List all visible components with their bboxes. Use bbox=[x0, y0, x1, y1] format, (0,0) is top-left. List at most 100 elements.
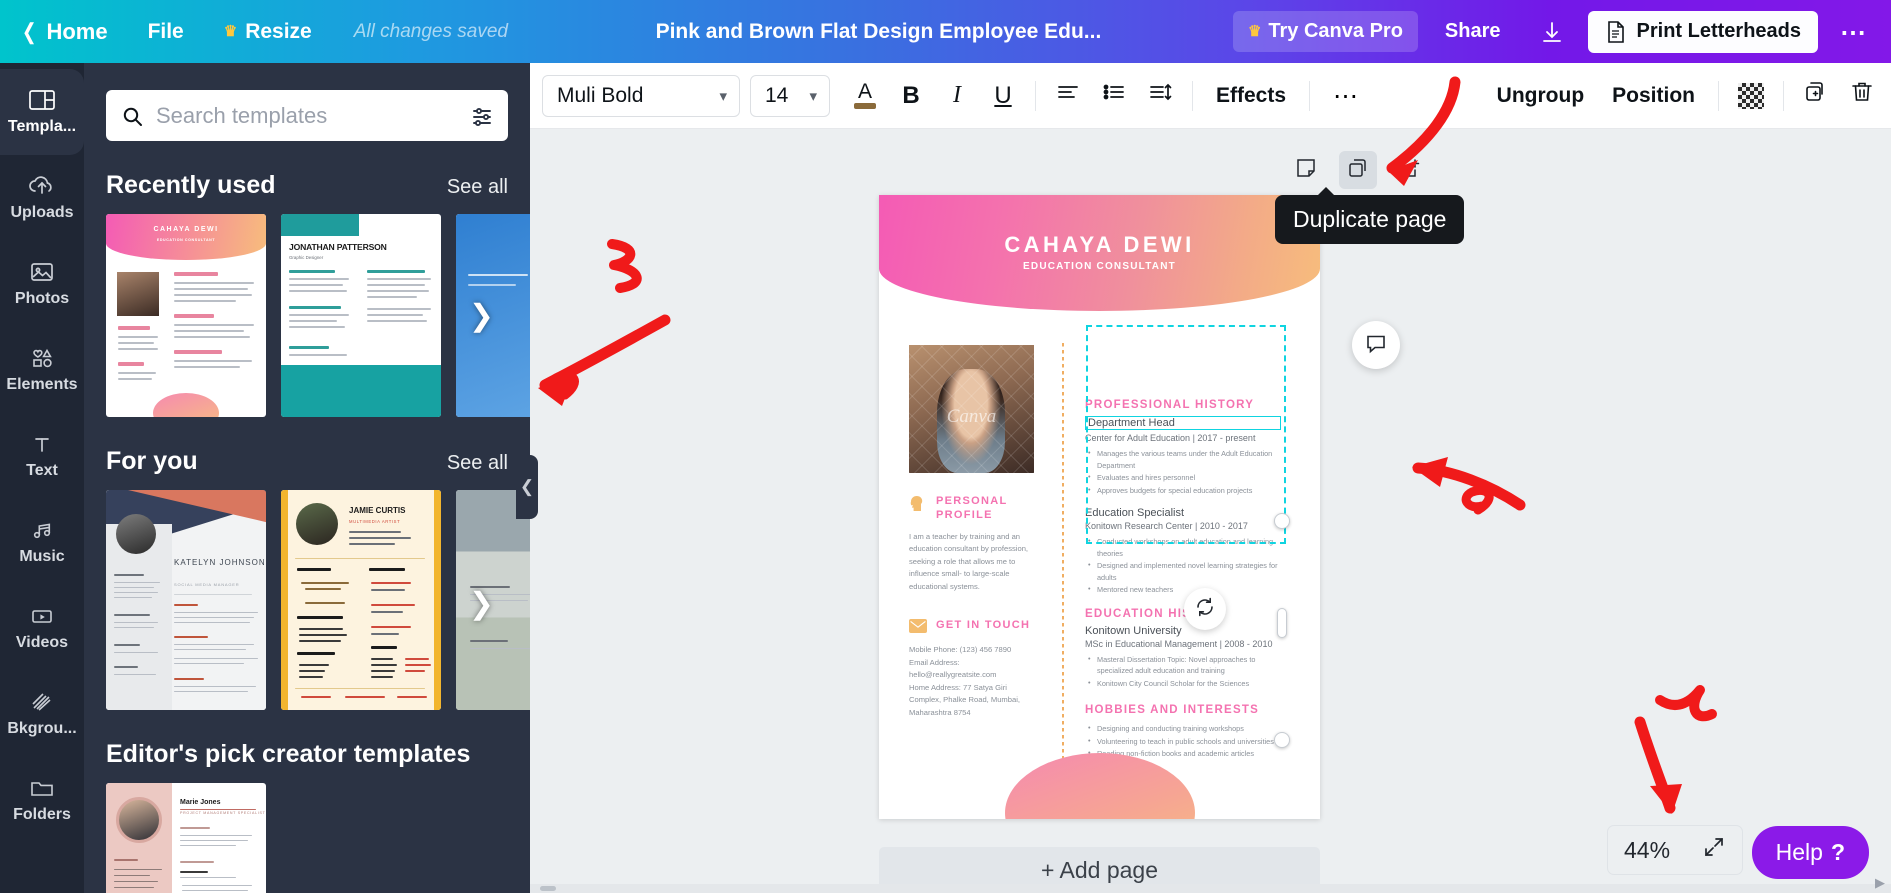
download-button[interactable] bbox=[1528, 11, 1576, 53]
search-bar[interactable] bbox=[106, 90, 508, 141]
position-button[interactable]: Position bbox=[1598, 84, 1709, 108]
zoom-control[interactable]: 44% bbox=[1607, 825, 1743, 875]
scrollbar-thumb[interactable] bbox=[540, 886, 556, 891]
sidebar-item-text[interactable]: Text bbox=[0, 413, 84, 499]
bullet: Konitown City Council Scholar for the Sc… bbox=[1085, 677, 1281, 690]
contact-line: hello@reallygreatsite.com bbox=[909, 670, 997, 680]
design-title[interactable]: Pink and Brown Flat Design Employee Edu.… bbox=[530, 20, 1227, 44]
underline-button[interactable]: U bbox=[980, 73, 1026, 119]
sidebar-item-templates[interactable]: Templa... bbox=[0, 69, 84, 155]
carousel-next-recently-used[interactable]: ❯ bbox=[469, 298, 494, 333]
personal-profile-body: I am a teacher by training and an educat… bbox=[909, 531, 1029, 591]
video-icon bbox=[28, 604, 56, 628]
toolbar-more-button[interactable]: ⋯ bbox=[1319, 81, 1373, 111]
template-thumbnail[interactable]: JONATHAN PATTERSON Graphic Designer bbox=[281, 214, 441, 417]
text-align-button[interactable] bbox=[1045, 73, 1091, 119]
sliders-icon[interactable] bbox=[470, 104, 494, 128]
try-canva-pro-button[interactable]: ♛ Try Canva Pro bbox=[1232, 11, 1418, 52]
rotate-handle-cursor[interactable] bbox=[1184, 588, 1226, 630]
bullet-list-button[interactable] bbox=[1091, 73, 1137, 119]
ungroup-button[interactable]: Ungroup bbox=[1483, 84, 1598, 108]
sidebar-label-videos: Videos bbox=[15, 634, 69, 651]
bullet-list-icon bbox=[1101, 81, 1127, 110]
personal-profile-header: PERSONAL PROFILE bbox=[909, 495, 1046, 523]
sidebar-item-elements[interactable]: Elements bbox=[0, 327, 84, 413]
profile-photo[interactable]: Canva bbox=[909, 345, 1034, 473]
expand-icon[interactable] bbox=[1702, 835, 1726, 865]
file-menu[interactable]: File bbox=[128, 0, 204, 63]
sidebar-item-uploads[interactable]: Uploads bbox=[0, 155, 84, 241]
sidebar-item-background[interactable]: Bkgrou... bbox=[0, 671, 84, 757]
help-button[interactable]: Help ? bbox=[1751, 826, 1869, 879]
duplicate-page-icon bbox=[1347, 157, 1369, 184]
font-size-select[interactable]: 14 ▾ bbox=[750, 74, 830, 117]
job-entry[interactable]: Education Specialist Konitown Research C… bbox=[1085, 507, 1281, 596]
template-thumbnail[interactable]: JAMIE CURTIS MULTIMEDIA ARTIST bbox=[281, 490, 441, 710]
delete-button[interactable] bbox=[1839, 73, 1885, 119]
print-letterheads-button[interactable]: Print Letterheads bbox=[1587, 10, 1818, 53]
background-icon bbox=[28, 690, 56, 714]
canvas-area[interactable]: Duplicate page CAHAYA DEWI EDUCATION CON… bbox=[530, 129, 1891, 893]
font-color-button[interactable]: A bbox=[842, 73, 888, 119]
font-family-select[interactable]: Muli Bold ▾ bbox=[542, 74, 740, 117]
sidebar-label-music: Music bbox=[19, 548, 65, 565]
sidebar-item-folders[interactable]: Folders bbox=[0, 757, 84, 843]
duplicate-page-button[interactable] bbox=[1339, 151, 1377, 189]
home-button[interactable]: ❮ Home bbox=[0, 0, 128, 63]
comment-button[interactable] bbox=[1352, 321, 1400, 369]
line-spacing-button[interactable] bbox=[1137, 73, 1183, 119]
horizontal-scrollbar[interactable] bbox=[530, 884, 1891, 893]
collapse-panel-button[interactable]: ❮ bbox=[516, 455, 538, 519]
resize-button[interactable]: ♛ Resize bbox=[204, 0, 332, 63]
top-bar-right-group: ♛ Try Canva Pro Share Print Letterheads … bbox=[1227, 0, 1891, 63]
crown-icon: ♛ bbox=[1247, 23, 1262, 40]
carousel-next-for-you[interactable]: ❯ bbox=[469, 587, 494, 622]
bullet: Masteral Dissertation Topic: Novel appro… bbox=[1085, 653, 1281, 677]
current-color-swatch bbox=[854, 102, 876, 109]
scroll-caret-icon[interactable]: ▶ bbox=[1875, 875, 1885, 891]
template-thumbnail[interactable]: Marie Jones PROJECT MANAGEMENT SPECIALIS… bbox=[106, 783, 266, 893]
text-toolbar: Muli Bold ▾ 14 ▾ A B I U Effects ⋯ Ungro… bbox=[530, 63, 1891, 129]
see-all-link-for-you[interactable]: See all bbox=[447, 452, 508, 475]
add-page-icon bbox=[1399, 157, 1421, 184]
contact-line: Email Address: bbox=[909, 657, 960, 667]
search-icon bbox=[120, 104, 144, 128]
add-page-button[interactable] bbox=[1391, 151, 1429, 189]
template-preview: Marie Jones PROJECT MANAGEMENT SPECIALIS… bbox=[106, 783, 266, 893]
template-preview: CAHAYA DEWI EDUCATION CONSULTANT bbox=[106, 214, 266, 417]
education-history-block[interactable]: EDUCATION HISTORY Konitown University MS… bbox=[1085, 608, 1281, 690]
template-thumbnail[interactable]: CAHAYA DEWI EDUCATION CONSULTANT bbox=[106, 214, 266, 417]
page-footer-shape bbox=[1004, 753, 1195, 819]
share-button[interactable]: Share bbox=[1430, 11, 1516, 52]
design-page[interactable]: CAHAYA DEWI EDUCATION CONSULTANT Canva P… bbox=[879, 195, 1320, 819]
folder-icon bbox=[28, 776, 56, 800]
more-options-button[interactable]: ⋯ bbox=[1824, 19, 1883, 45]
zoom-value: 44% bbox=[1623, 836, 1671, 863]
effects-button[interactable]: Effects bbox=[1202, 84, 1300, 108]
bold-button[interactable]: B bbox=[888, 73, 934, 119]
sidebar-item-photos[interactable]: Photos bbox=[0, 241, 84, 327]
thumb-name: JONATHAN PATTERSON bbox=[289, 242, 387, 252]
top-bar: ❮ Home File ♛ Resize All changes saved P… bbox=[0, 0, 1891, 63]
see-all-link-recently-used[interactable]: See all bbox=[447, 176, 508, 199]
left-column: PERSONAL PROFILE I am a teacher by train… bbox=[909, 495, 1046, 719]
music-note-icon bbox=[28, 518, 56, 542]
duplicate-button[interactable] bbox=[1793, 73, 1839, 119]
job-bullets: Conducted workshops on adult education a… bbox=[1085, 535, 1281, 596]
job-bullets: Manages the various teams under the Adul… bbox=[1085, 447, 1281, 496]
sidebar-item-videos[interactable]: Videos bbox=[0, 585, 84, 671]
resize-label: Resize bbox=[245, 19, 312, 43]
right-column: PROFESSIONAL HISTORY Department Head Cen… bbox=[1085, 399, 1281, 761]
sidebar-item-music[interactable]: Music bbox=[0, 499, 84, 585]
search-input[interactable] bbox=[156, 102, 458, 129]
notes-button[interactable] bbox=[1287, 151, 1325, 189]
sidebar-label-elements: Elements bbox=[6, 376, 78, 393]
job-title-selected[interactable]: Department Head bbox=[1085, 416, 1281, 430]
thumb-role: Graphic Designer bbox=[289, 255, 324, 260]
job-entry[interactable]: Department Head Center for Adult Educati… bbox=[1085, 416, 1281, 496]
hobbies-block[interactable]: HOBBIES AND INTERESTS Designing and cond… bbox=[1085, 704, 1281, 760]
italic-button[interactable]: I bbox=[934, 73, 980, 119]
transparency-button[interactable] bbox=[1728, 73, 1774, 119]
watermark-text: Canva bbox=[946, 405, 997, 427]
template-thumbnail[interactable]: KATELYN JOHNSON SOCIAL MEDIA MANAGER bbox=[106, 490, 266, 710]
